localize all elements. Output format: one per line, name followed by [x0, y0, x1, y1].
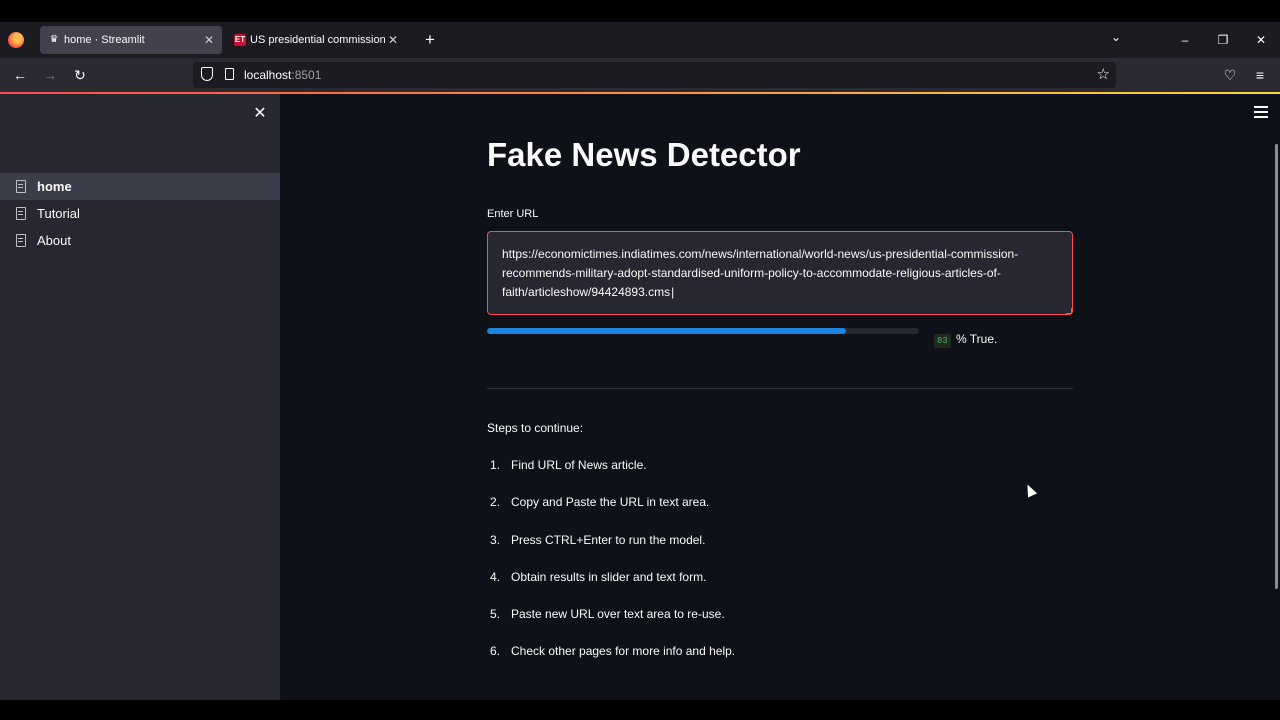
address-url[interactable]: localhost:8501 [244, 62, 321, 88]
browser-nav-bar: ← → ↻ localhost:8501 ☆ ♡ ≡ [0, 58, 1280, 92]
sidebar-item-about[interactable]: About [0, 227, 280, 254]
window-close-icon[interactable]: ✕ [1249, 30, 1273, 50]
scrollbar[interactable] [1275, 144, 1278, 589]
list-item: 5. Paste new URL over text area to re-use… [490, 607, 725, 622]
document-icon [16, 180, 26, 193]
forward-arrow-icon[interactable]: → [38, 64, 62, 86]
list-item: 2. Copy and Paste the URL in text area. [490, 495, 710, 510]
list-item: 3. Press CTRL+Enter to run the model. [490, 532, 706, 547]
truth-progress-fill [487, 328, 846, 334]
screen-bottom-border [0, 700, 1280, 720]
divider [487, 388, 1073, 389]
document-icon [16, 234, 26, 247]
close-tab-icon[interactable]: ✕ [202, 26, 216, 54]
page-info-icon[interactable] [225, 68, 234, 80]
reload-icon[interactable]: ↻ [68, 64, 92, 86]
tracking-shield-icon[interactable] [201, 67, 213, 81]
tab-title: home · Streamlit [64, 34, 145, 46]
new-tab-button[interactable]: + [420, 26, 440, 54]
tab-home-streamlit[interactable]: ♛ home · Streamlit ✕ [40, 26, 222, 54]
sidebar-nav: home Tutorial About [0, 173, 280, 254]
browser-tab-strip: ♛ home · Streamlit ✕ ET US presidential … [0, 22, 1280, 58]
list-item: 1. Find URL of News article. [490, 458, 647, 472]
sidebar-item-home[interactable]: home [0, 173, 280, 200]
restore-icon[interactable]: ❐ [1211, 30, 1235, 50]
document-icon [16, 207, 26, 220]
list-item: 4. Obtain results in slider and text form… [490, 569, 707, 584]
sidebar-item-label: home [37, 179, 72, 194]
close-tab-icon[interactable]: ✕ [386, 26, 400, 54]
list-all-tabs-chevron-icon[interactable]: ⌄ [1106, 30, 1126, 50]
sidebar-item-tutorial[interactable]: Tutorial [0, 200, 280, 227]
truth-progress-bar [487, 328, 919, 334]
textarea-resize-handle[interactable] [1066, 308, 1072, 314]
screen-top-border [0, 0, 1280, 22]
main-menu-icon[interactable] [1254, 106, 1268, 118]
tab-us-presidential-commission[interactable]: ET US presidential commission rec ✕ [226, 26, 406, 54]
minimize-icon[interactable]: – [1173, 30, 1197, 50]
list-item: 6. Check other pages for more info and he… [490, 644, 736, 659]
tab-title: US presidential commission rec [250, 34, 386, 46]
page-title: Fake News Detector [487, 136, 801, 173]
url-textarea[interactable]: https://economictimes.indiatimes.com/new… [487, 231, 1073, 315]
url-input-label: Enter URL [487, 208, 539, 220]
sidebar-item-label: About [37, 233, 71, 248]
steps-list: 1. Find URL of News article. 2. Copy and P… [487, 451, 1073, 675]
address-bar[interactable]: localhost:8501 ☆ [193, 62, 1116, 88]
main-content: Fake News Detector Enter URL https://eco… [280, 94, 1280, 700]
pocket-icon[interactable]: ♡ [1218, 64, 1242, 86]
back-arrow-icon[interactable]: ← [8, 64, 32, 86]
score-label: % True. [956, 332, 998, 346]
firefox-icon[interactable] [8, 32, 24, 48]
app-menu-icon[interactable]: ≡ [1248, 64, 1272, 86]
sidebar: ✕ home Tutorial About [0, 94, 280, 700]
streamlit-crown-icon: ♛ [49, 34, 59, 45]
score-badge: 83 [934, 334, 951, 348]
sidebar-item-label: Tutorial [37, 206, 80, 221]
bookmark-star-icon[interactable]: ☆ [1097, 62, 1110, 88]
close-sidebar-icon[interactable]: ✕ [250, 104, 270, 124]
et-favicon: ET [234, 34, 246, 46]
steps-heading: Steps to continue: [487, 421, 584, 435]
